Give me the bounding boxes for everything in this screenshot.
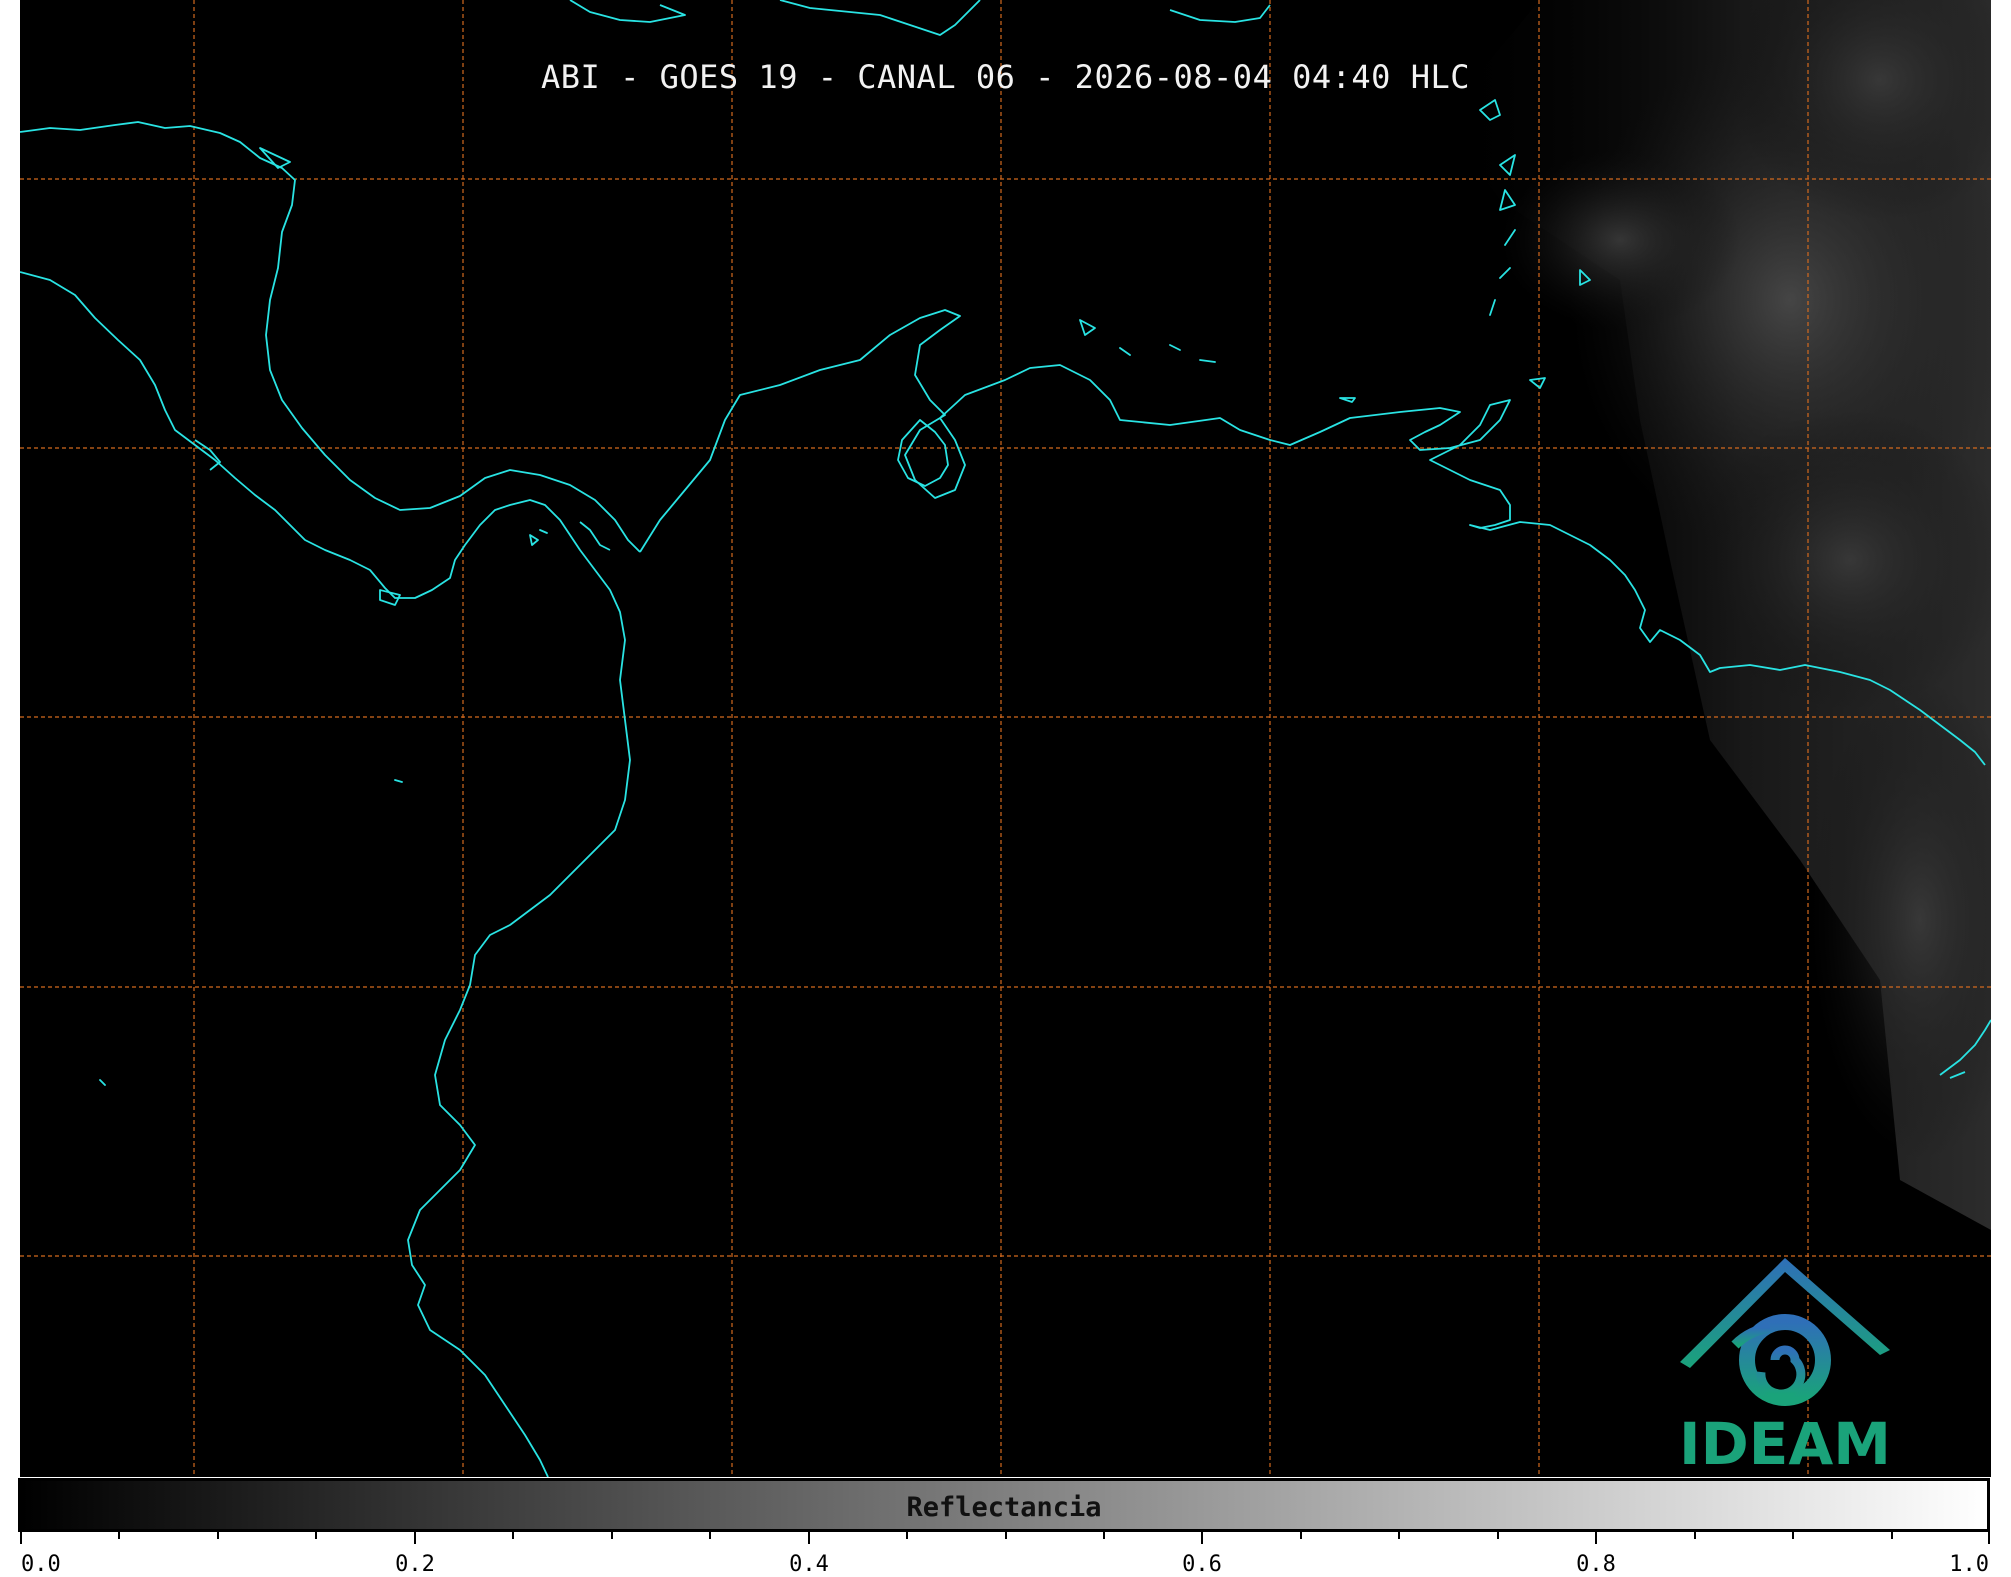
- coastline-small-panama-islands: [529, 529, 548, 546]
- colorbar-tick-label: 0.6: [1182, 1552, 1222, 1577]
- colorbar-tick-label: 0.2: [395, 1552, 435, 1577]
- ideam-logo-text: IDEAM: [1679, 1410, 1891, 1477]
- colorbar: Reflectancia: [18, 1478, 1990, 1532]
- colorbar-tick-label: 0.8: [1576, 1552, 1616, 1577]
- map-title: ABI - GOES 19 - CANAL 06 - 2026-08-04 04…: [541, 58, 1470, 96]
- colorbar-tick-label: 0.4: [789, 1552, 829, 1577]
- coastline-gulf-details: [194, 439, 401, 606]
- ideam-logo-icon: [1680, 1258, 1890, 1406]
- coastline-hispaniola: [779, 0, 981, 36]
- colorbar-tick-label: 1.0: [1949, 1552, 1989, 1577]
- ideam-logo: IDEAM: [1660, 1250, 1910, 1477]
- coastline-darien: [579, 521, 611, 551]
- colorbar-label: Reflectancia: [906, 1492, 1102, 1523]
- coastline-islands: [99, 147, 1356, 1086]
- coastline-central-america-pacific: [20, 271, 631, 1477]
- colorbar-ticks: [20, 1532, 1990, 1544]
- coastline-puerto-rico: [1169, 4, 1271, 23]
- coastline-central-america-north: [20, 121, 641, 553]
- cloud-layer: [1440, 0, 1991, 1230]
- colorbar-tick-label: 0.0: [21, 1552, 61, 1577]
- satellite-map: ABI - GOES 19 - CANAL 06 - 2026-08-04 04…: [20, 0, 1991, 1477]
- coastline-cuba: [569, 0, 686, 23]
